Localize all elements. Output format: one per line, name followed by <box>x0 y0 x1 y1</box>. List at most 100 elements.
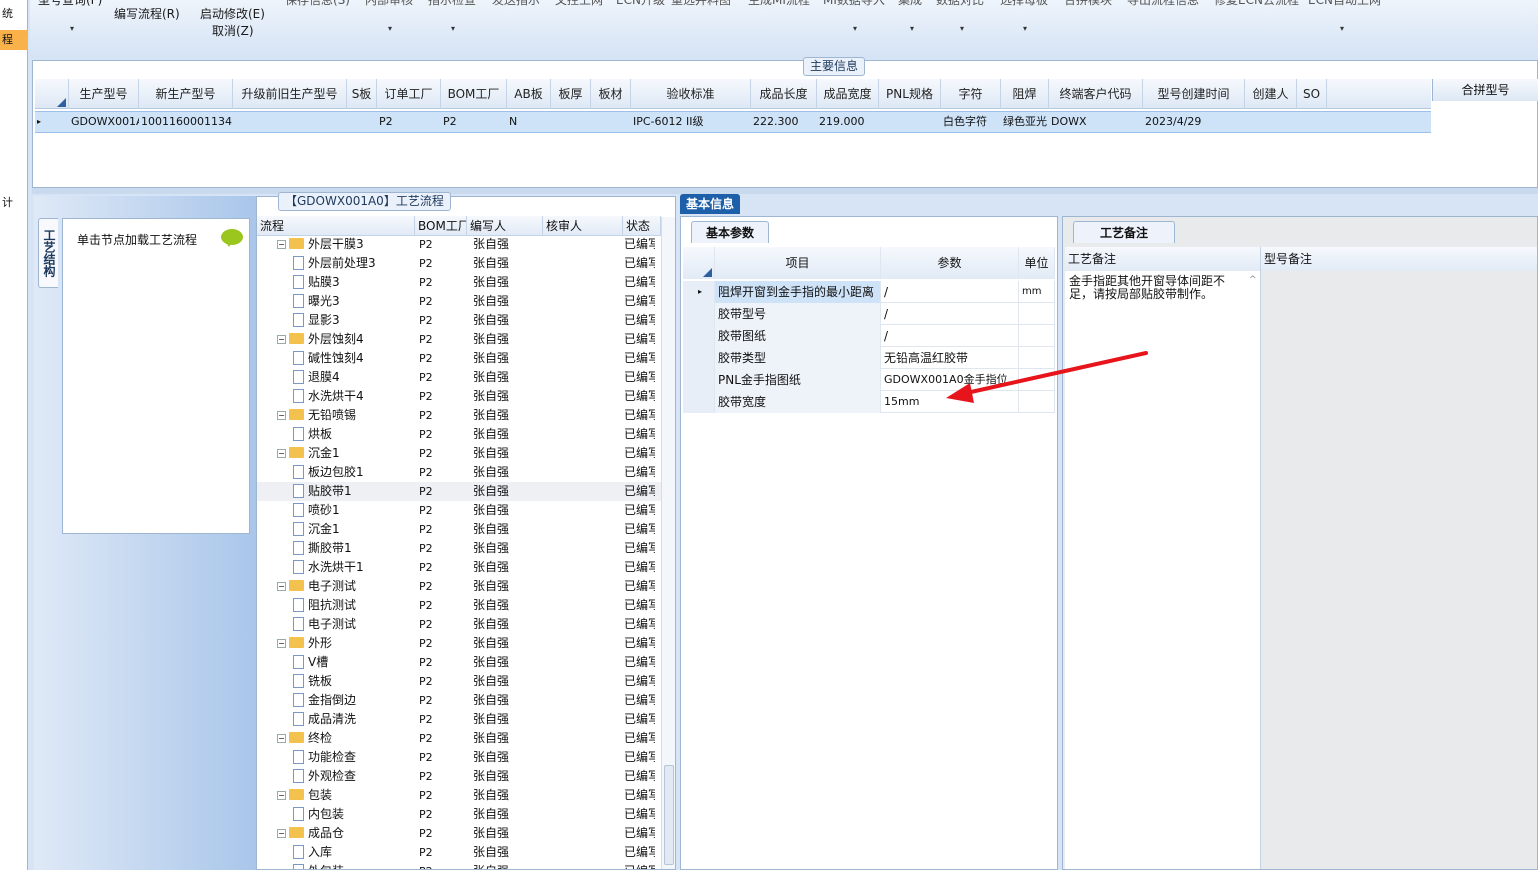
tree-node[interactable]: 撕胶带1 <box>293 539 415 558</box>
tree-node[interactable]: 水洗烘干1 <box>293 558 415 577</box>
toolbar-button-2[interactable]: 启动修改(E) <box>200 6 265 23</box>
tree-row[interactable]: − 外层蚀刻4 P2 张自强 已编写 <box>257 330 661 349</box>
col-header-0[interactable]: 生产型号 <box>69 79 139 109</box>
tree-node[interactable]: − 沉金1 <box>277 444 415 463</box>
col-header-5[interactable]: BOM工厂 <box>441 79 507 109</box>
tree-node[interactable]: 功能检查 <box>293 748 415 767</box>
tree-col-3[interactable]: 核审人 <box>543 216 623 236</box>
tree-row[interactable]: − 外形 P2 张自强 已编写 <box>257 634 661 653</box>
col-header-18[interactable]: SO <box>1297 79 1327 109</box>
tab-process-notes[interactable]: 工艺备注 <box>1073 221 1176 243</box>
col-header-1[interactable]: 新生产型号 <box>139 79 233 109</box>
tree-node[interactable]: 内包装 <box>293 805 415 824</box>
tree-row[interactable]: − 成品仓 P2 张自强 已编写 <box>257 824 661 843</box>
tree-row[interactable]: 碱性蚀刻4 P2 张自强 已编写 <box>257 349 661 368</box>
tree-row[interactable]: 电子测试 P2 张自强 已编写 <box>257 615 661 634</box>
cell-14[interactable]: 绿色亚光 <box>1001 112 1049 132</box>
params-row[interactable]: 胶带型号 / <box>683 303 1055 325</box>
tree-scrollbar[interactable] <box>661 217 675 869</box>
tree-node[interactable]: 电子测试 <box>293 615 415 634</box>
tree-node[interactable]: − 终检 <box>277 729 415 748</box>
cell-17[interactable] <box>1245 112 1297 132</box>
scroll-up-icon[interactable]: ^ <box>1249 275 1257 285</box>
tree-row[interactable]: − 包装 P2 张自强 已编写 <box>257 786 661 805</box>
cell-9[interactable]: IPC-6012 II级 <box>631 112 751 132</box>
col-header-2[interactable]: 升级前旧生产型号 <box>233 79 347 109</box>
tree-col-4[interactable]: 状态 <box>623 216 661 236</box>
collapse-icon[interactable]: − <box>277 449 286 458</box>
param-value[interactable]: 无铅高温红胶带 <box>881 347 1019 369</box>
toolbar-button-7[interactable]: 发送指示 <box>492 0 540 9</box>
tree-node[interactable]: 曝光3 <box>293 292 415 311</box>
scroll-thumb[interactable] <box>664 765 674 865</box>
cell-7[interactable] <box>551 112 591 132</box>
col-header-13[interactable]: 字符 <box>941 79 1001 109</box>
tree-node[interactable]: − 外形 <box>277 634 415 653</box>
toolbar-button-17[interactable]: 导出流程信息 <box>1127 0 1199 9</box>
tree-node[interactable]: 入库 <box>293 843 415 862</box>
toolbar-button-8[interactable]: 文控上网 <box>555 0 603 9</box>
cell-2[interactable] <box>233 112 347 132</box>
param-value[interactable]: / <box>881 281 1019 303</box>
tree-col-0[interactable]: 流程 <box>257 216 415 236</box>
toolbar-button-3[interactable]: 取消(Z) <box>212 23 254 40</box>
toolbar-button-13[interactable]: 集成 <box>898 0 922 9</box>
toolbar-button-14[interactable]: 数据对比 <box>936 0 984 9</box>
cell-6[interactable]: N <box>507 112 551 132</box>
toolbar-button-4[interactable]: 保存信息(S) <box>285 0 350 9</box>
chevron-down-icon[interactable]: ▾ <box>451 24 455 33</box>
col-header-9[interactable]: 验收标准 <box>631 79 751 109</box>
tree-node[interactable]: − 包装 <box>277 786 415 805</box>
process-note-editor[interactable]: 金手指距其他开窗导体间距不足，请按局部贴胶带制作。 ^ <box>1065 271 1261 869</box>
tree-row[interactable]: 水洗烘干4 P2 张自强 已编写 <box>257 387 661 406</box>
sidebar-item-2[interactable]: 计 <box>0 193 28 213</box>
param-value[interactable]: GDOWX001A0金手指位 <box>881 369 1019 391</box>
tree-node[interactable]: 退膜4 <box>293 368 415 387</box>
tree-row[interactable]: 铣板 P2 张自强 已编写 <box>257 672 661 691</box>
col-header-6[interactable]: AB板 <box>507 79 551 109</box>
toolbar-button-12[interactable]: MI数据导入 <box>823 0 885 9</box>
tree-row[interactable]: 退膜4 P2 张自强 已编写 <box>257 368 661 387</box>
collapse-icon[interactable]: − <box>277 411 286 420</box>
cell-13[interactable]: 白色字符 <box>941 112 1001 132</box>
col-header-16[interactable]: 型号创建时间 <box>1143 79 1245 109</box>
toolbar-button-1[interactable]: 编写流程(R) <box>114 6 180 23</box>
cell-3[interactable] <box>347 112 377 132</box>
tree-row[interactable]: − 外层干膜3 P2 张自强 已编写 <box>257 237 661 254</box>
tree-col-2[interactable]: 编写人 <box>467 216 543 236</box>
tree-node[interactable]: 显影3 <box>293 311 415 330</box>
collapse-icon[interactable]: − <box>277 240 286 249</box>
toolbar-button-10[interactable]: 重选并料图 <box>671 0 731 9</box>
col-header-8[interactable]: 板材 <box>591 79 631 109</box>
main-info-row[interactable]: ▸GDOWX001A010011600011341P2P2NIPC-6012 I… <box>35 111 1431 133</box>
tree-node[interactable]: 沉金1 <box>293 520 415 539</box>
params-col-2[interactable]: 单位 <box>1019 247 1055 279</box>
param-value[interactable]: 15mm <box>881 391 1019 413</box>
collapse-icon[interactable]: − <box>277 639 286 648</box>
params-col-1[interactable]: 参数 <box>881 247 1019 279</box>
tree-row[interactable]: 阻抗测试 P2 张自强 已编写 <box>257 596 661 615</box>
params-row[interactable]: 胶带图纸 / <box>683 325 1055 347</box>
chevron-down-icon[interactable]: ▾ <box>910 24 914 33</box>
tree-row[interactable]: 外层前处理3 P2 张自强 已编写 <box>257 254 661 273</box>
tree-row[interactable]: − 电子测试 P2 张自强 已编写 <box>257 577 661 596</box>
params-col-0[interactable]: 项目 <box>715 247 881 279</box>
toolbar-button-18[interactable]: 修复ECN去流程 <box>1214 0 1299 9</box>
tree-row[interactable]: V槽 P2 张自强 已编写 <box>257 653 661 672</box>
tree-node[interactable]: 成品清洗 <box>293 710 415 729</box>
cell-10[interactable]: 222.300 <box>751 112 817 132</box>
tree-node[interactable]: 铣板 <box>293 672 415 691</box>
cell-12[interactable] <box>879 112 941 132</box>
col-header-14[interactable]: 阻焊 <box>1001 79 1049 109</box>
collapse-icon[interactable]: − <box>277 734 286 743</box>
col-header-4[interactable]: 订单工厂 <box>377 79 441 109</box>
param-value[interactable]: / <box>881 325 1019 347</box>
tree-row[interactable]: 显影3 P2 张自强 已编写 <box>257 311 661 330</box>
params-row[interactable]: 胶带宽度 15mm <box>683 391 1055 413</box>
tree-row[interactable]: − 无铅喷锡 P2 张自强 已编写 <box>257 406 661 425</box>
chevron-down-icon[interactable]: ▾ <box>960 24 964 33</box>
tree-row[interactable]: 外包装 P2 张自强 已编写 <box>257 862 661 869</box>
tree-node[interactable]: 外观检查 <box>293 767 415 786</box>
chevron-down-icon[interactable]: ▾ <box>70 24 74 33</box>
collapse-icon[interactable]: − <box>277 791 286 800</box>
